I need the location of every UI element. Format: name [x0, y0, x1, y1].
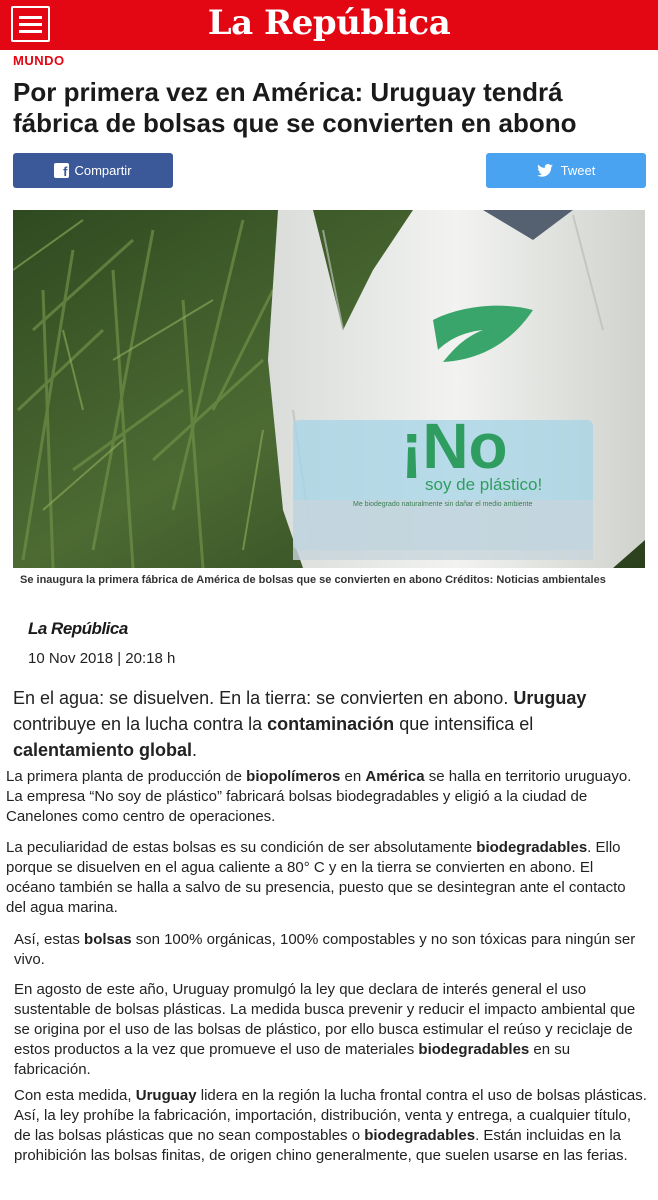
section-label[interactable]: MUNDO	[13, 53, 65, 68]
keyword-link[interactable]: Uruguay	[513, 688, 586, 708]
article-headline: Por primera vez en América: Uruguay tend…	[13, 77, 577, 138]
facebook-share-label: Compartir	[74, 163, 132, 178]
keyword-link[interactable]: bolsas	[84, 931, 132, 948]
site-logo[interactable]: La República	[0, 3, 658, 43]
keyword-link[interactable]: calentamiento global	[13, 740, 192, 760]
keyword-link[interactable]: América	[365, 768, 424, 785]
article-date: 10 Nov 2018 | 20:18 h	[28, 650, 176, 667]
article-paragraph: La peculiaridad de estas bolsas es su co…	[6, 839, 626, 916]
keyword-link[interactable]: biodegradables	[476, 839, 587, 856]
keyword-link[interactable]: contaminación	[267, 714, 394, 734]
bag-text-big: ¡No	[401, 410, 508, 482]
twitter-share-button[interactable]: Tweet	[486, 153, 646, 188]
article-paragraph: Con esta medida, Uruguay lidera en la re…	[14, 1087, 647, 1164]
article-lead: En el agua: se disuelven. En la tierra: …	[13, 688, 587, 760]
article-paragraph: Así, estas bolsas son 100% orgánicas, 10…	[14, 931, 636, 968]
photo-caption: Se inaugura la primera fábrica de Améric…	[20, 574, 606, 586]
photo-illustration: ¡No soy de plástico! Me biodegrado natur…	[13, 210, 645, 568]
article-paragraph: En agosto de este año, Uruguay promulgó …	[14, 981, 636, 1078]
bag-small-text: Me biodegrado naturalmente sin dañar el …	[353, 501, 532, 508]
keyword-link[interactable]: biodegradables	[364, 1127, 475, 1144]
site-header: La República	[0, 0, 658, 50]
facebook-icon: f	[54, 163, 70, 178]
twitter-bird-icon	[536, 164, 553, 177]
twitter-share-label: Tweet	[560, 163, 596, 178]
keyword-link[interactable]: biopolímeros	[246, 768, 340, 785]
article-photo: ¡No soy de plástico! Me biodegrado natur…	[13, 210, 645, 568]
article-author[interactable]: La República	[28, 619, 128, 639]
article-paragraph: La primera planta de producción de biopo…	[6, 768, 632, 825]
keyword-link[interactable]: biodegradables	[418, 1041, 529, 1058]
facebook-share-button[interactable]: f Compartir	[13, 153, 173, 188]
bag-text-sub: soy de plástico!	[425, 475, 542, 494]
keyword-link[interactable]: Uruguay	[136, 1087, 197, 1104]
